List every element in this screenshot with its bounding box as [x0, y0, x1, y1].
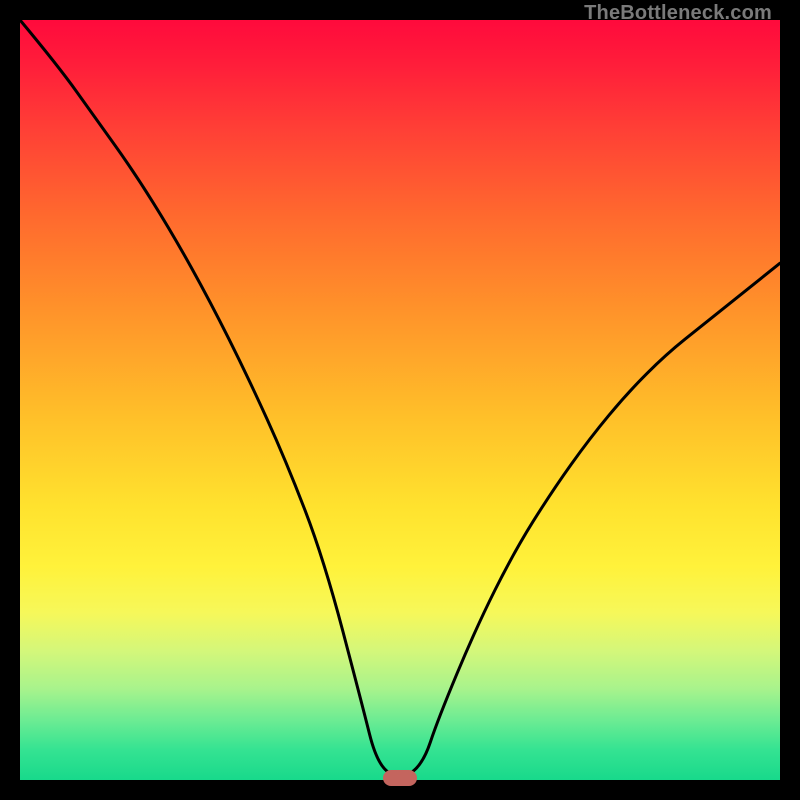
plot-area [20, 20, 780, 780]
curve-path [20, 20, 780, 776]
bottleneck-curve [20, 20, 780, 780]
chart-frame: TheBottleneck.com [0, 0, 800, 800]
optimal-marker [383, 770, 417, 786]
attribution-text: TheBottleneck.com [584, 2, 772, 25]
